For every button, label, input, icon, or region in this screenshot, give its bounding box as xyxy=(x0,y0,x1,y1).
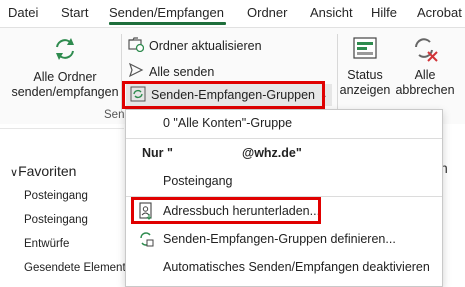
tab-datei[interactable]: Datei xyxy=(8,5,38,20)
update-folder-label: Ordner aktualisieren xyxy=(149,38,262,53)
group-label: Sen xyxy=(104,109,125,121)
menu-item-all-accounts-label: 0 "Alle Konten"-Gruppe xyxy=(163,116,293,130)
active-tab-indicator xyxy=(109,22,226,25)
folder-sync-icon xyxy=(128,36,145,55)
account-domain: @whz.de" xyxy=(242,146,302,160)
tab-hilfe[interactable]: Hilfe xyxy=(371,5,397,20)
folder-item-posteingang-1[interactable]: Posteingang xyxy=(24,190,88,202)
cancel-label-2: abbrechen xyxy=(395,83,455,97)
tab-ansicht[interactable]: Ansicht xyxy=(310,5,353,20)
update-folder-button[interactable]: Ordner aktualisieren xyxy=(128,36,262,55)
menu-item-posteingang-label: Posteingang xyxy=(163,174,233,188)
favorites-label: Favoriten xyxy=(18,163,77,179)
cancel-label-1: Alle xyxy=(414,68,436,82)
folder-item-posteingang-2[interactable]: Posteingang xyxy=(24,214,88,226)
ribbon-separator-2 xyxy=(337,34,338,112)
folder-pane: ∨Favoriten Posteingang Posteingang Entwü… xyxy=(0,128,132,287)
ribbon-tabs: Datei Start Senden/Empfangen Ordner Ansi… xyxy=(0,0,465,26)
highlight-download-addressbook xyxy=(131,197,321,224)
status-icon xyxy=(351,34,379,68)
nur-label: Nur " xyxy=(142,146,173,160)
send-all-label: Alle senden xyxy=(149,64,215,79)
status-label-1: Status xyxy=(347,68,383,82)
status-label-2: anzeigen xyxy=(339,83,391,97)
folder-item-gesendete[interactable]: Gesendete Elemente xyxy=(24,262,132,274)
cancel-all-button[interactable]: Alle abbrechen xyxy=(393,34,457,98)
send-all-button[interactable]: Alle senden xyxy=(128,62,214,81)
favorites-header[interactable]: ∨Favoriten xyxy=(10,163,76,179)
highlight-sendreceive-groups xyxy=(122,81,325,109)
all-folders-label-2: senden/empfangen xyxy=(11,85,119,99)
tab-ordner[interactable]: Ordner xyxy=(247,5,287,20)
define-groups-icon xyxy=(138,230,154,251)
tab-start[interactable]: Start xyxy=(61,5,88,20)
sync-icon xyxy=(50,34,80,68)
cancel-sync-icon xyxy=(410,34,440,68)
menu-item-auto-sendreceive-label: Automatisches Senden/Empfangen deaktivie… xyxy=(163,260,430,274)
send-icon xyxy=(128,62,144,81)
all-folders-label-1: Alle Ordner xyxy=(33,70,97,84)
tab-senden-empfangen[interactable]: Senden/Empfangen xyxy=(109,5,224,20)
tab-acrobat[interactable]: Acrobat xyxy=(417,5,462,20)
send-receive-all-folders-button[interactable]: Alle Ordner senden/empfangen xyxy=(6,34,124,100)
menu-separator xyxy=(126,138,442,139)
chevron-down-icon: ∨ xyxy=(10,167,19,179)
menu-item-define-groups-label: Senden-Empfangen-Gruppen definieren... xyxy=(163,232,396,246)
folder-item-entwuerfe[interactable]: Entwürfe xyxy=(24,238,69,250)
show-status-button[interactable]: Status anzeigen xyxy=(339,34,391,98)
